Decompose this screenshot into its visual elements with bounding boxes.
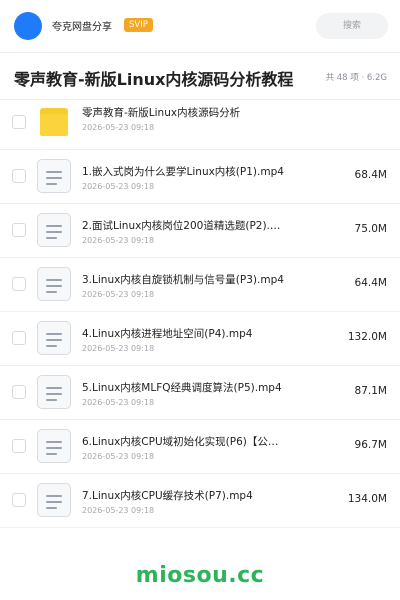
avatar[interactable] bbox=[14, 12, 42, 40]
search-button[interactable]: 搜索 bbox=[316, 13, 388, 39]
list-item[interactable]: 4.Linux内核进程地址空间(P4).mp4 2026-05-23 09:18… bbox=[0, 312, 400, 366]
file-date: 2026-05-23 09:18 bbox=[82, 398, 155, 407]
list-item[interactable]: 2.面试Linux内核岗位200道精选题(P2).mp4 2026-05-23 … bbox=[0, 204, 400, 258]
top-bar: 夸克网盘分享 SVIP 搜索 bbox=[0, 0, 400, 52]
file-name: 6.Linux内核CPU域初始化实现(P6)【公重号： bbox=[82, 436, 286, 448]
video-file-icon bbox=[37, 321, 71, 355]
file-date: 2026-05-23 09:18 bbox=[82, 290, 155, 299]
list-item[interactable]: 6.Linux内核CPU域初始化实现(P6)【公重号： 2026-05-23 0… bbox=[0, 420, 400, 474]
row-checkbox[interactable] bbox=[12, 223, 26, 237]
file-date: 2026-05-23 09:18 bbox=[82, 452, 155, 461]
video-file-icon bbox=[37, 159, 71, 193]
watermark: miosou.cc bbox=[135, 563, 265, 588]
file-date: 2026-05-23 09:18 bbox=[82, 182, 155, 191]
file-size: 134.0M bbox=[347, 493, 387, 505]
file-size: 132.0M bbox=[347, 331, 387, 343]
list-item[interactable]: 7.Linux内核CPU缓存技术(P7).mp4 2026-05-23 09:1… bbox=[0, 474, 400, 528]
folder-summary: 共 48 项 · 6.2G bbox=[325, 73, 387, 83]
file-size: 87.1M bbox=[354, 385, 387, 397]
row-checkbox[interactable] bbox=[12, 169, 26, 183]
row-checkbox[interactable] bbox=[12, 439, 26, 453]
file-name: 3.Linux内核自旋锁机制与信号量(P3).mp4 bbox=[82, 274, 284, 286]
list-item[interactable]: 3.Linux内核自旋锁机制与信号量(P3).mp4 2026-05-23 09… bbox=[0, 258, 400, 312]
folder-icon bbox=[37, 105, 71, 139]
video-file-icon bbox=[37, 267, 71, 301]
file-name: 5.Linux内核MLFQ经典调度算法(P5).mp4 bbox=[82, 382, 282, 394]
file-name: 零声教育-新版Linux内核源码分析 bbox=[82, 107, 241, 119]
file-date: 2026-05-23 09:18 bbox=[82, 236, 155, 245]
video-file-icon bbox=[37, 375, 71, 409]
video-file-icon bbox=[37, 483, 71, 517]
file-date: 2026-05-23 09:18 bbox=[82, 123, 155, 132]
file-name: 2.面试Linux内核岗位200道精选题(P2).mp4 bbox=[82, 220, 286, 232]
video-file-icon bbox=[37, 213, 71, 247]
row-checkbox[interactable] bbox=[12, 331, 26, 345]
list-item[interactable]: 1.嵌入式岗为什么要学Linux内核(P1).mp4 2026-05-23 09… bbox=[0, 150, 400, 204]
svip-badge: SVIP bbox=[124, 18, 153, 32]
list-item-folder[interactable]: 零声教育-新版Linux内核源码分析 2026-05-23 09:18 bbox=[0, 96, 400, 150]
file-size: 96.7M bbox=[354, 439, 387, 451]
folder-header: 零声教育-新版Linux内核源码分析教程 共 48 项 · 6.2G bbox=[0, 53, 400, 99]
file-name: 1.嵌入式岗为什么要学Linux内核(P1).mp4 bbox=[82, 166, 284, 178]
video-file-icon bbox=[37, 429, 71, 463]
file-name: 4.Linux内核进程地址空间(P4).mp4 bbox=[82, 328, 253, 340]
file-size: 68.4M bbox=[354, 169, 387, 181]
file-name: 7.Linux内核CPU缓存技术(P7).mp4 bbox=[82, 490, 253, 502]
file-size: 64.4M bbox=[354, 277, 387, 289]
row-checkbox[interactable] bbox=[12, 493, 26, 507]
row-checkbox[interactable] bbox=[12, 115, 26, 129]
file-date: 2026-05-23 09:18 bbox=[82, 344, 155, 353]
file-size: 75.0M bbox=[354, 223, 387, 235]
row-checkbox[interactable] bbox=[12, 385, 26, 399]
row-checkbox[interactable] bbox=[12, 277, 26, 291]
app-name: 夸克网盘分享 bbox=[52, 22, 112, 33]
file-date: 2026-05-23 09:18 bbox=[82, 506, 155, 515]
page-title: 零声教育-新版Linux内核源码分析教程 bbox=[14, 70, 294, 89]
list-item[interactable]: 5.Linux内核MLFQ经典调度算法(P5).mp4 2026-05-23 0… bbox=[0, 366, 400, 420]
